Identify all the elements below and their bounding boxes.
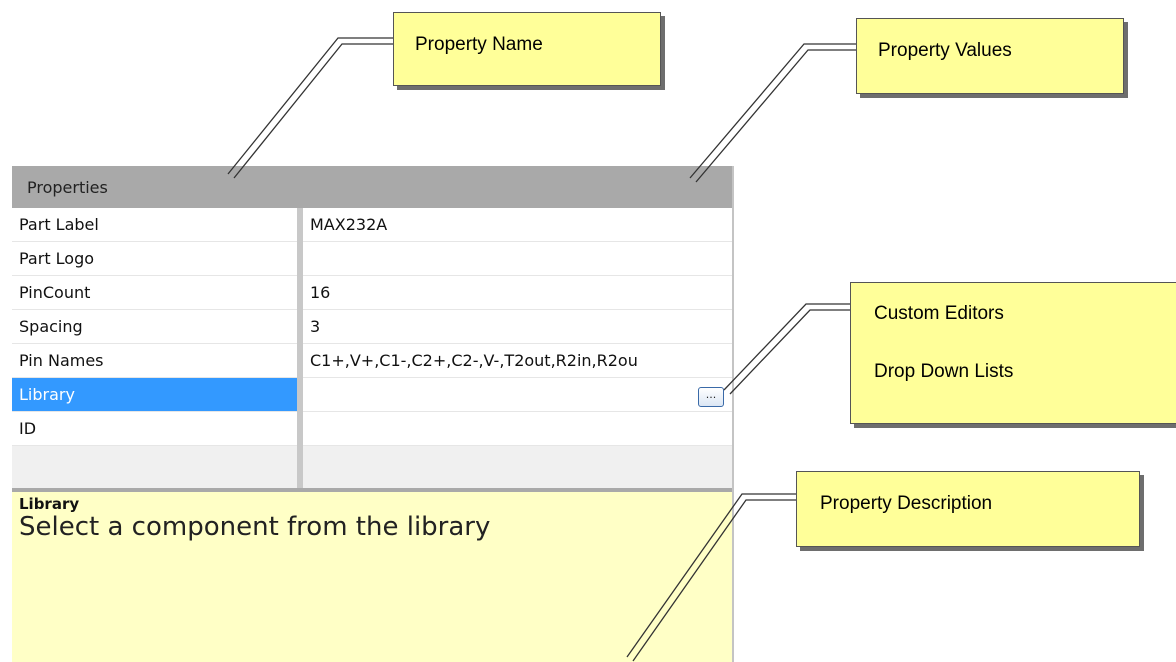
leader-line	[723, 303, 850, 391]
leader-line	[233, 43, 393, 179]
leader-line	[227, 37, 393, 175]
callout-leader-lines	[227, 37, 856, 662]
leader-line	[689, 43, 856, 179]
leader-line	[695, 49, 856, 183]
leader-line	[632, 499, 796, 662]
leader-line	[729, 309, 850, 395]
